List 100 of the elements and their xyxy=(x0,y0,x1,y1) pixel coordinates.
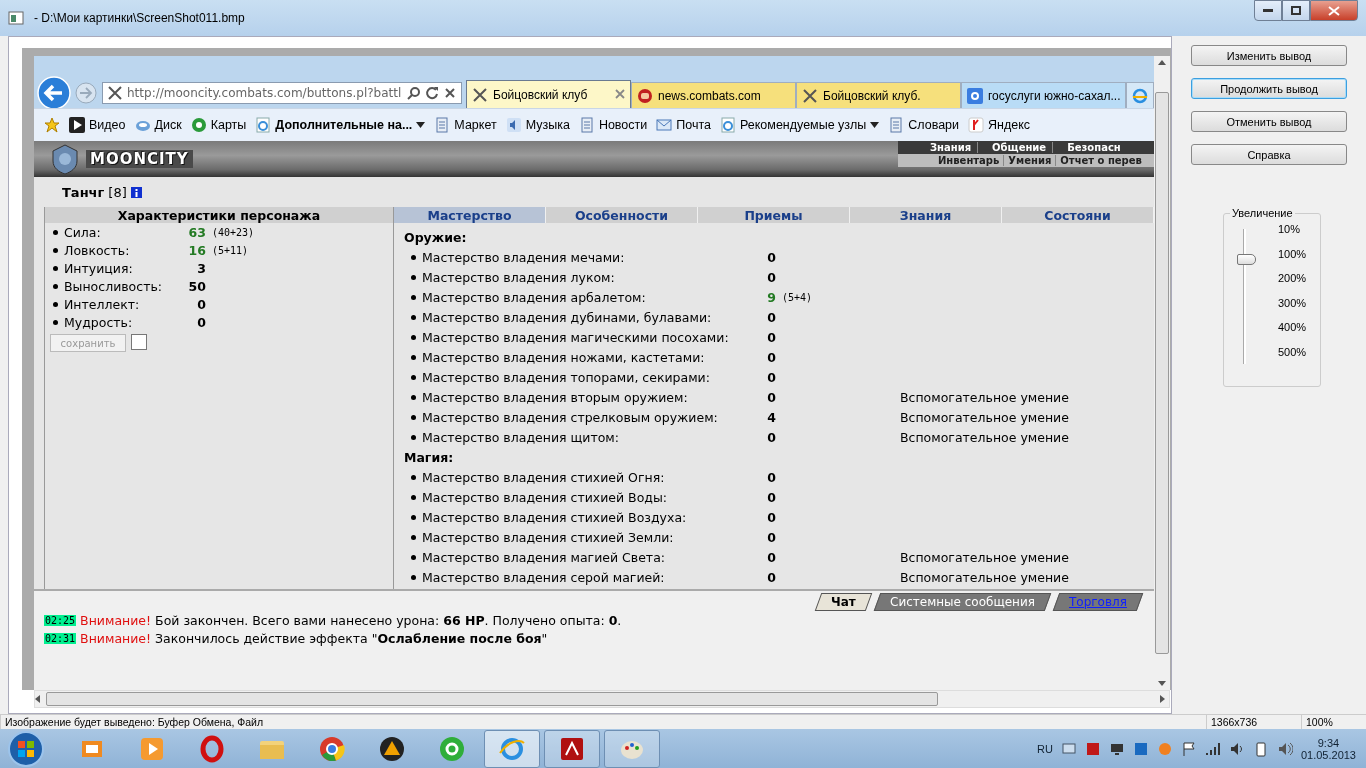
group-title: Увеличение xyxy=(1231,207,1294,219)
maximize-button[interactable] xyxy=(1282,0,1310,21)
forward-button[interactable] xyxy=(74,81,98,105)
skill-label: Мастерство владения стихией Воздуха: xyxy=(422,509,688,525)
stat-value: 63 xyxy=(187,224,206,240)
scroll-thumb[interactable] xyxy=(1155,92,1169,654)
skill-value: 0 xyxy=(766,329,776,345)
taskbar-button[interactable] xyxy=(544,730,600,768)
browser-tab[interactable]: news.combats.com xyxy=(631,82,796,108)
chat-tab[interactable]: Чат xyxy=(815,593,873,611)
dialog-button[interactable]: Отменить вывод xyxy=(1191,111,1347,132)
back-button[interactable] xyxy=(36,76,72,110)
search-engine-icon xyxy=(967,87,983,104)
favorites-link[interactable]: Почта xyxy=(656,117,711,133)
submenu-link[interactable]: Умения xyxy=(1003,155,1056,166)
stat-label: Интуиция: xyxy=(64,260,134,276)
bullet-icon xyxy=(411,334,416,340)
play-icon xyxy=(69,117,85,133)
skill-value: 0 xyxy=(766,349,776,365)
flag-icon xyxy=(1180,741,1197,757)
favorites-link[interactable]: Яндекс xyxy=(968,117,1031,133)
close-button[interactable] xyxy=(1310,0,1358,21)
bullet-icon xyxy=(411,574,416,580)
skill-value: 4 xyxy=(766,409,776,425)
skill-tab[interactable]: Приемы xyxy=(698,207,850,223)
media-player-icon xyxy=(138,735,166,763)
window-title: - D:\Мои картинки\ScreenShot011.bmp xyxy=(34,11,245,25)
dialog-button[interactable]: Продолжить вывод xyxy=(1191,78,1347,99)
tick-label: 10% xyxy=(1277,223,1302,235)
browser-icon xyxy=(498,735,526,763)
menu-link[interactable]: Знания xyxy=(898,142,978,153)
message-time: 02:25 xyxy=(44,614,77,626)
section-title: Оружие: xyxy=(404,229,467,245)
skill-value: 0 xyxy=(766,269,776,285)
character-rank: [8] xyxy=(108,184,127,200)
browser-tab[interactable]: Бойцовский клуб. xyxy=(796,82,961,108)
zoom-slider[interactable] xyxy=(1234,229,1258,364)
favorites-link[interactable]: Новости xyxy=(578,117,648,133)
stat-label: Сила: xyxy=(64,224,102,240)
favorites-link[interactable]: Диск xyxy=(134,117,182,133)
tick-label: 400% xyxy=(1277,321,1307,334)
skill-bonus: (5+4) xyxy=(782,291,813,303)
stat-bonus: (5+11) xyxy=(212,244,249,256)
favorites-link[interactable]: Музыка xyxy=(505,117,570,133)
dialog-button[interactable]: Справка xyxy=(1191,144,1347,165)
browser-tab[interactable] xyxy=(1126,82,1154,108)
game-logo: MOONCITY xyxy=(86,150,193,168)
document-icon xyxy=(434,117,451,133)
vertical-scrollbar[interactable] xyxy=(1154,56,1170,690)
browser-tab[interactable]: Бойцовский клуб xyxy=(466,80,631,108)
skill-label: Мастерство владения вторым оружием: xyxy=(422,389,689,405)
browser-tab[interactable]: госуслуги южно-сахал... xyxy=(961,82,1126,108)
menu-link[interactable]: Общение xyxy=(977,142,1053,153)
submenu-link[interactable]: Отчет о перев xyxy=(1055,155,1146,166)
chat-tab[interactable]: Системные сообщения xyxy=(873,593,1052,611)
submenu-link[interactable]: Инвентарь xyxy=(898,155,1004,166)
favorites-link[interactable]: Словари xyxy=(888,117,960,133)
stat-value: 3 xyxy=(196,260,206,276)
favorites-link[interactable]: Карты xyxy=(190,117,247,133)
stat-bonus: (40+23) xyxy=(212,226,255,238)
language-indicator[interactable]: RU xyxy=(1037,743,1053,755)
skill-tab[interactable]: Знания xyxy=(850,207,1002,223)
ring-icon xyxy=(198,735,226,763)
stat-label: Выносливость: xyxy=(64,278,163,294)
skill-note: Вспомогательное умение xyxy=(900,549,1070,565)
stat-value: 50 xyxy=(187,278,206,294)
dialog-button[interactable]: Изменить вывод xyxy=(1191,45,1347,66)
skill-label: Мастерство владения стихией Воды: xyxy=(422,489,669,505)
close-icon xyxy=(443,86,457,100)
favorites-link[interactable]: Маркет xyxy=(434,117,497,133)
dropdown-arrow-icon xyxy=(870,122,880,128)
bullet-icon xyxy=(53,229,58,235)
favorites-link[interactable]: Видео xyxy=(69,117,126,133)
bullet-icon xyxy=(411,414,416,420)
favorites-link[interactable]: Дополнительные на... xyxy=(255,117,426,133)
skill-tab[interactable]: Особенности xyxy=(546,207,698,223)
skill-value: 0 xyxy=(766,429,776,445)
skill-label: Мастерство владения арбалетом: xyxy=(422,289,647,305)
skill-tab[interactable]: Мастерство xyxy=(394,207,546,223)
scroll-thumb[interactable] xyxy=(46,692,938,706)
skill-label: Мастерство владения магическими посохами: xyxy=(422,329,730,345)
slider-thumb[interactable] xyxy=(1237,254,1256,265)
clock[interactable]: 9:34 01.05.2013 xyxy=(1300,737,1356,761)
checkbox[interactable] xyxy=(131,334,147,350)
address-field[interactable]: http://mooncity.combats.com/buttons.pl?battl xyxy=(102,82,462,104)
skill-tab[interactable]: Состояни xyxy=(1002,207,1154,223)
stat-label: Мудрость: xyxy=(64,314,134,330)
bullet-icon xyxy=(53,319,58,325)
tick-label: 300% xyxy=(1277,296,1307,309)
bullet-icon xyxy=(53,283,58,289)
refresh-icon xyxy=(425,86,439,100)
crossed-swords-icon xyxy=(802,87,818,104)
bullet-icon xyxy=(53,247,58,253)
document-icon xyxy=(578,117,595,133)
skill-value: 0 xyxy=(766,569,776,585)
minimize-button[interactable] xyxy=(1254,0,1282,21)
favorites-link[interactable]: Рекомендуемые узлы xyxy=(720,117,880,133)
menu-link[interactable]: Безопасн xyxy=(1052,142,1127,153)
horizontal-scrollbar[interactable] xyxy=(34,690,1170,708)
alert-label: Внимание! xyxy=(80,612,152,628)
